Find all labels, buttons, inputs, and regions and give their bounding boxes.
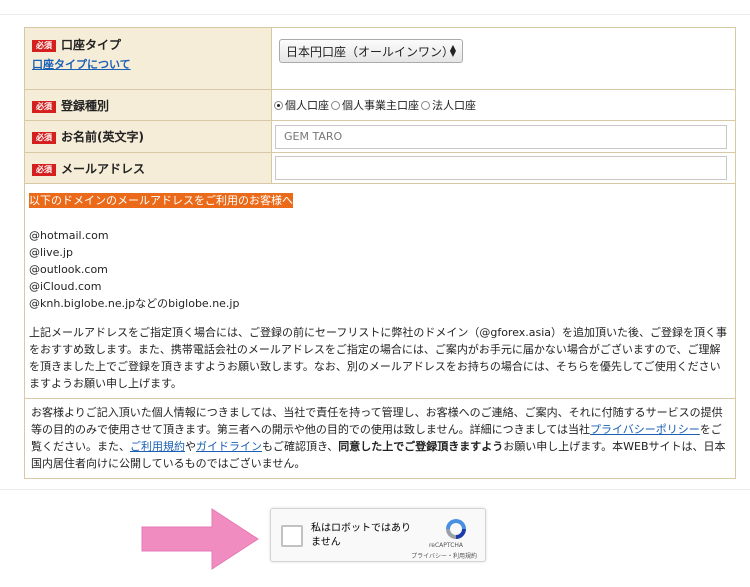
privacy-policy-link[interactable]: プライバシーポリシー xyxy=(590,423,700,436)
account-type-label: 口座タイプ xyxy=(61,38,122,52)
account-type-label-cell: 必須 口座タイプ 口座タイプについて xyxy=(25,28,272,89)
notice-body: 上記メールアドレスをご指定頂く場合には、ご登録の前にセーフリストに弊社のドメイン… xyxy=(29,326,728,390)
select-arrows-icon: ▲ ▼ xyxy=(449,43,456,58)
domain-item: @live.jp xyxy=(29,246,73,259)
background-rule xyxy=(0,489,750,490)
registration-type-label-cell: 必須 登録種別 xyxy=(25,90,272,120)
domain-list: @hotmail.com @live.jp @outlook.com @iClo… xyxy=(29,227,731,312)
recaptcha-links[interactable]: プライバシー・利用規約 xyxy=(411,551,477,560)
registration-type-field: 個人口座 個人事業主口座 法人口座 xyxy=(272,90,735,120)
agreement-emphasis: 同意した上でご登録頂きますよう xyxy=(338,440,504,453)
notice-highlight: 以下のドメインのメールアドレスをご利用のお客様へ xyxy=(29,193,293,208)
account-type-help-link[interactable]: 口座タイプについて xyxy=(32,56,264,72)
required-badge: 必須 xyxy=(32,40,56,52)
name-field: GEM TARO xyxy=(272,121,735,152)
radio-button[interactable] xyxy=(331,100,340,110)
pointer-arrow-icon xyxy=(141,508,259,570)
name-input[interactable]: GEM TARO xyxy=(275,124,727,149)
recaptcha-widget: 私はロボットではありません reCAPTCHA プライバシー・利用規約 xyxy=(270,508,486,562)
recaptcha-logo-icon xyxy=(446,519,466,539)
radio-sole-proprietor[interactable]: 個人事業主口座 xyxy=(331,97,419,113)
radio-personal[interactable]: 個人口座 xyxy=(274,97,329,113)
email-field xyxy=(272,153,735,183)
name-label-cell: 必須 お名前(英文字) xyxy=(25,121,272,152)
email-label: メールアドレス xyxy=(61,162,146,176)
name-label: お名前(英文字) xyxy=(61,130,144,144)
terms-link[interactable]: ご利用規約 xyxy=(130,440,185,453)
required-badge: 必須 xyxy=(32,101,56,113)
registration-type-radio-group: 個人口座 個人事業主口座 法人口座 xyxy=(274,97,478,113)
account-type-field: 日本円口座（オールインワン） ▲ ▼ xyxy=(272,28,735,89)
guideline-link[interactable]: ガイドライン xyxy=(196,440,262,453)
radio-corporate[interactable]: 法人口座 xyxy=(421,97,476,113)
recaptcha-label: 私はロボットではありません xyxy=(311,523,411,548)
radio-button[interactable] xyxy=(421,100,430,110)
account-type-selected-value: 日本円口座（オールインワン） xyxy=(286,44,455,59)
registration-form: 必須 口座タイプ 口座タイプについて 日本円口座（オールインワン） ▲ ▼ 必須 登録… xyxy=(24,27,736,479)
domain-item: @iCloud.com xyxy=(29,280,102,293)
domain-item: @knh.biglobe.ne.jpなどのbiglobe.ne.jp xyxy=(29,297,240,310)
registration-type-row: 必須 登録種別 個人口座 個人事業主口座 法人口座 xyxy=(25,90,735,121)
background-rule xyxy=(0,14,750,15)
email-label-cell: 必須 メールアドレス xyxy=(25,153,272,183)
recaptcha-brand: reCAPTCHA xyxy=(428,542,463,549)
account-type-row: 必須 口座タイプ 口座タイプについて 日本円口座（オールインワン） ▲ ▼ xyxy=(25,28,735,90)
domain-item: @outlook.com xyxy=(29,263,108,276)
name-row: 必須 お名前(英文字) GEM TARO xyxy=(25,121,735,153)
registration-type-label: 登録種別 xyxy=(61,99,110,113)
required-badge: 必須 xyxy=(32,164,56,176)
required-badge: 必須 xyxy=(32,132,56,144)
privacy-statement: お客様よりご記入頂いた個人情報につきましては、当社で責任を持って管理し、お客様へ… xyxy=(31,406,726,470)
account-type-select[interactable]: 日本円口座（オールインワン） ▲ ▼ xyxy=(279,39,463,63)
email-input[interactable] xyxy=(275,156,727,180)
domain-item: @hotmail.com xyxy=(29,229,109,242)
recaptcha-checkbox[interactable] xyxy=(281,525,303,547)
email-row: 必須 メールアドレス xyxy=(25,153,735,184)
email-domain-notice: 以下のドメインのメールアドレスをご利用のお客様へ @hotmail.com @l… xyxy=(25,184,735,399)
radio-button[interactable] xyxy=(274,100,283,110)
